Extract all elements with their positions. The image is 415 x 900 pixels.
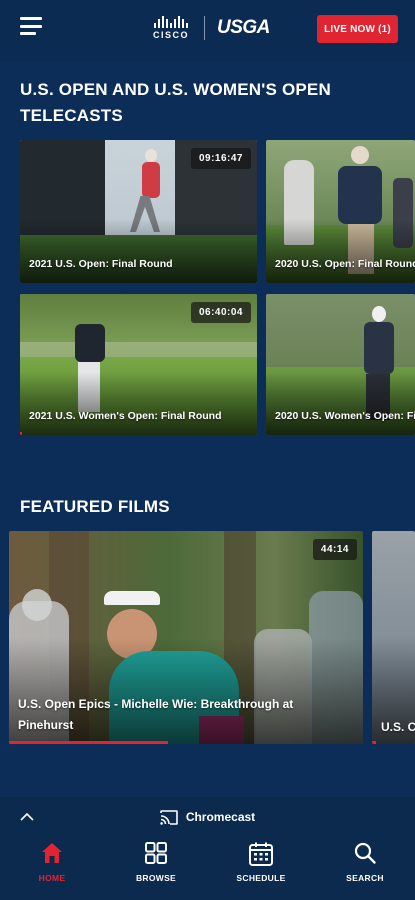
tile-title: U.S. Open Epics - Michelle Wie: Breakthr… (18, 697, 294, 732)
film-tile-next[interactable]: U.S. C (372, 531, 415, 744)
nav-label: SEARCH (346, 873, 384, 883)
watch-progress-bar (20, 432, 23, 435)
tile-title: 2021 U.S. Open: Final Round (29, 258, 173, 270)
telecast-tile-2021-us-womens-open[interactable]: 06:40:04 2021 U.S. Women's Open: Final R… (20, 294, 257, 435)
telecast-tile-2020-us-womens-open[interactable]: 2020 U.S. Women's Open: Final Round (266, 294, 415, 435)
live-now-button[interactable]: LIVE NOW (1) (317, 15, 398, 43)
nav-item-schedule[interactable]: SCHEDULE (226, 841, 296, 883)
nav-label: HOME (38, 873, 66, 883)
cast-icon (160, 809, 178, 825)
tile-title: 2020 U.S. Women's Open: Final Round (275, 410, 415, 422)
film-tile-michelle-wie[interactable]: 44:14 U.S. Open Epics - Michelle Wie: Br… (9, 531, 363, 744)
hamburger-menu-icon[interactable] (20, 17, 42, 35)
watch-progress-bar (372, 741, 376, 744)
duration-badge: 06:40:04 (190, 302, 251, 323)
logo-divider (204, 16, 205, 40)
chevron-up-icon[interactable] (20, 810, 34, 824)
telecast-tile-2021-us-open[interactable]: 09:16:47 2021 U.S. Open: Final Round (20, 140, 257, 283)
tile-title: 2021 U.S. Women's Open: Final Round (29, 410, 222, 422)
telecast-tile-2020-us-open[interactable]: 2020 U.S. Open: Final Round (266, 140, 415, 283)
grid-icon (145, 842, 167, 864)
cisco-wordmark: CISCO (152, 30, 189, 40)
usga-logo[interactable]: USGA (217, 17, 270, 39)
nav-item-browse[interactable]: BROWSE (121, 841, 191, 883)
nav-item-search[interactable]: SEARCH (330, 841, 400, 883)
chromecast-row[interactable]: Chromecast (0, 797, 415, 837)
duration-badge: 44:14 (312, 539, 357, 560)
search-icon (354, 842, 376, 864)
watch-progress-bar (9, 741, 169, 744)
duration-badge: 09:16:47 (190, 148, 251, 169)
tile-title: U.S. C (381, 720, 415, 734)
bottom-navigation: HOME BROWSE SCHEDULE SEARCH (0, 841, 415, 897)
tile-title: 2020 U.S. Open: Final Round (275, 258, 415, 270)
featured-films-section-title: FEATURED FILMS (20, 497, 170, 516)
nav-label: BROWSE (135, 873, 177, 883)
home-icon (42, 843, 62, 863)
top-bar: CISCO USGA LIVE NOW (1) (0, 0, 415, 62)
bottom-bar: Chromecast HOME BROWSE SCHEDULE SEARCH (0, 797, 415, 900)
telecasts-section-title: U.S. OPEN AND U.S. WOMEN'S OPEN TELECAST… (20, 80, 331, 125)
chromecast-label: Chromecast (185, 810, 256, 824)
nav-item-home[interactable]: HOME (17, 841, 87, 883)
calendar-icon (249, 842, 273, 866)
cisco-logo: CISCO (150, 16, 192, 40)
sponsor-logos: CISCO USGA (150, 14, 270, 42)
nav-label: SCHEDULE (236, 873, 286, 883)
